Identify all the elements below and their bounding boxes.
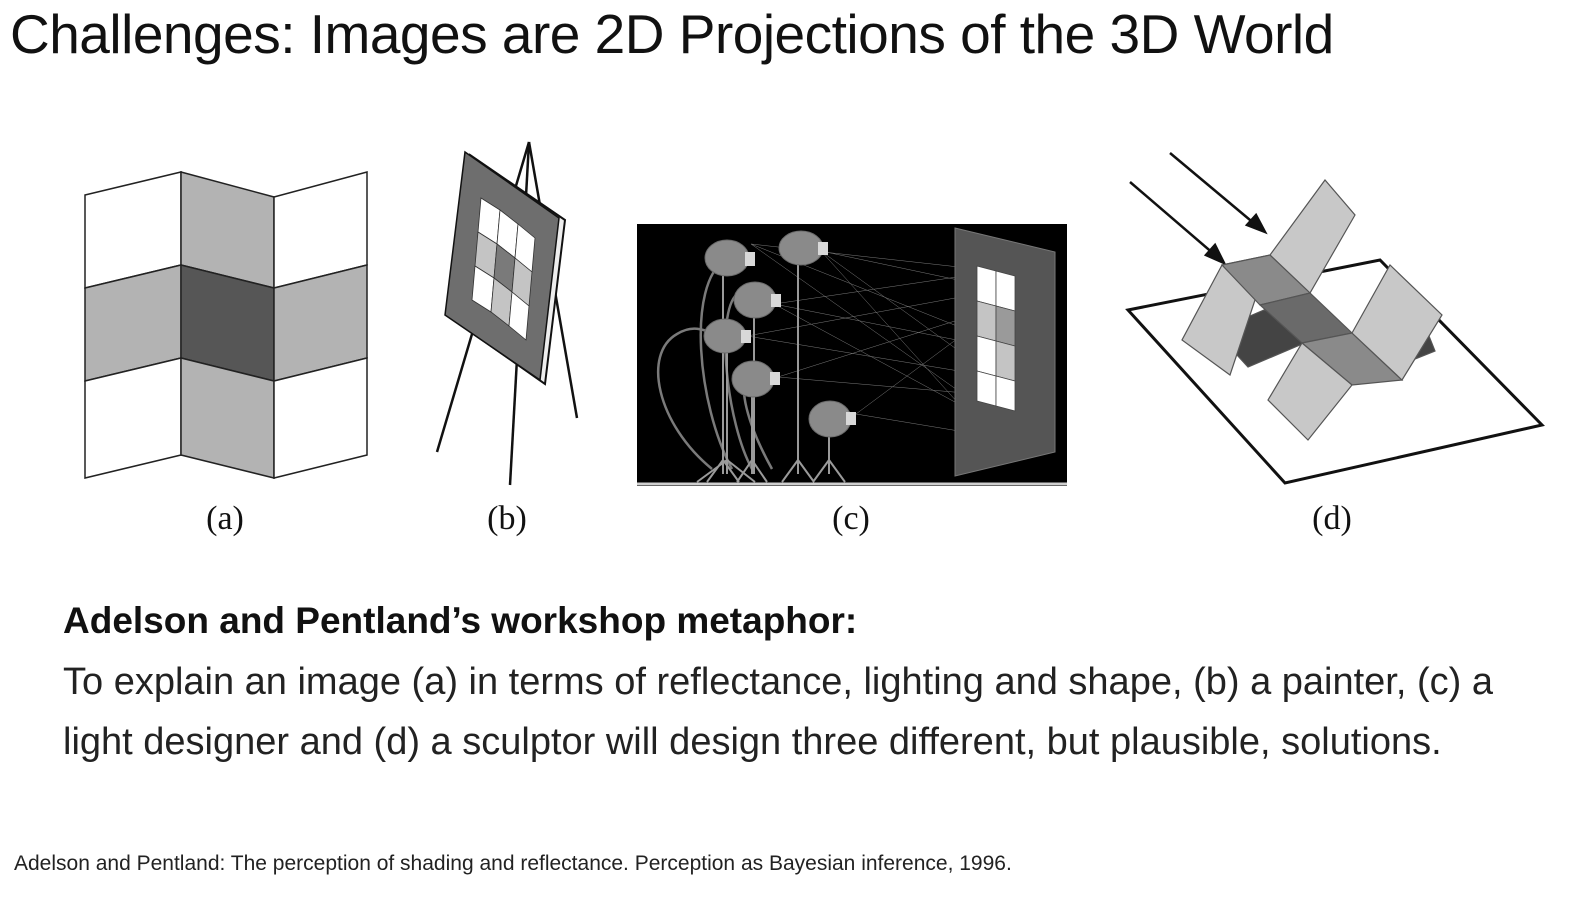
figure-d-sculptor [1125,152,1545,485]
body-paragraph: To explain an image (a) in terms of refl… [63,661,1493,763]
caption-a: (a) [206,500,244,537]
figure-c-light-designer [637,224,1067,486]
figure-a-folded-card [84,171,368,479]
citation: Adelson and Pentland: The perception of … [14,852,1012,875]
caption-d: (d) [1312,500,1352,537]
caption-c: (c) [832,500,870,537]
light-arrows [1129,152,1268,266]
figure-b-painter-easel [435,141,579,486]
section-heading: Adelson and Pentland’s workshop metaphor… [63,600,858,641]
slide-title: Challenges: Images are 2D Projections of… [10,3,1334,65]
caption-b: (b) [487,500,527,537]
